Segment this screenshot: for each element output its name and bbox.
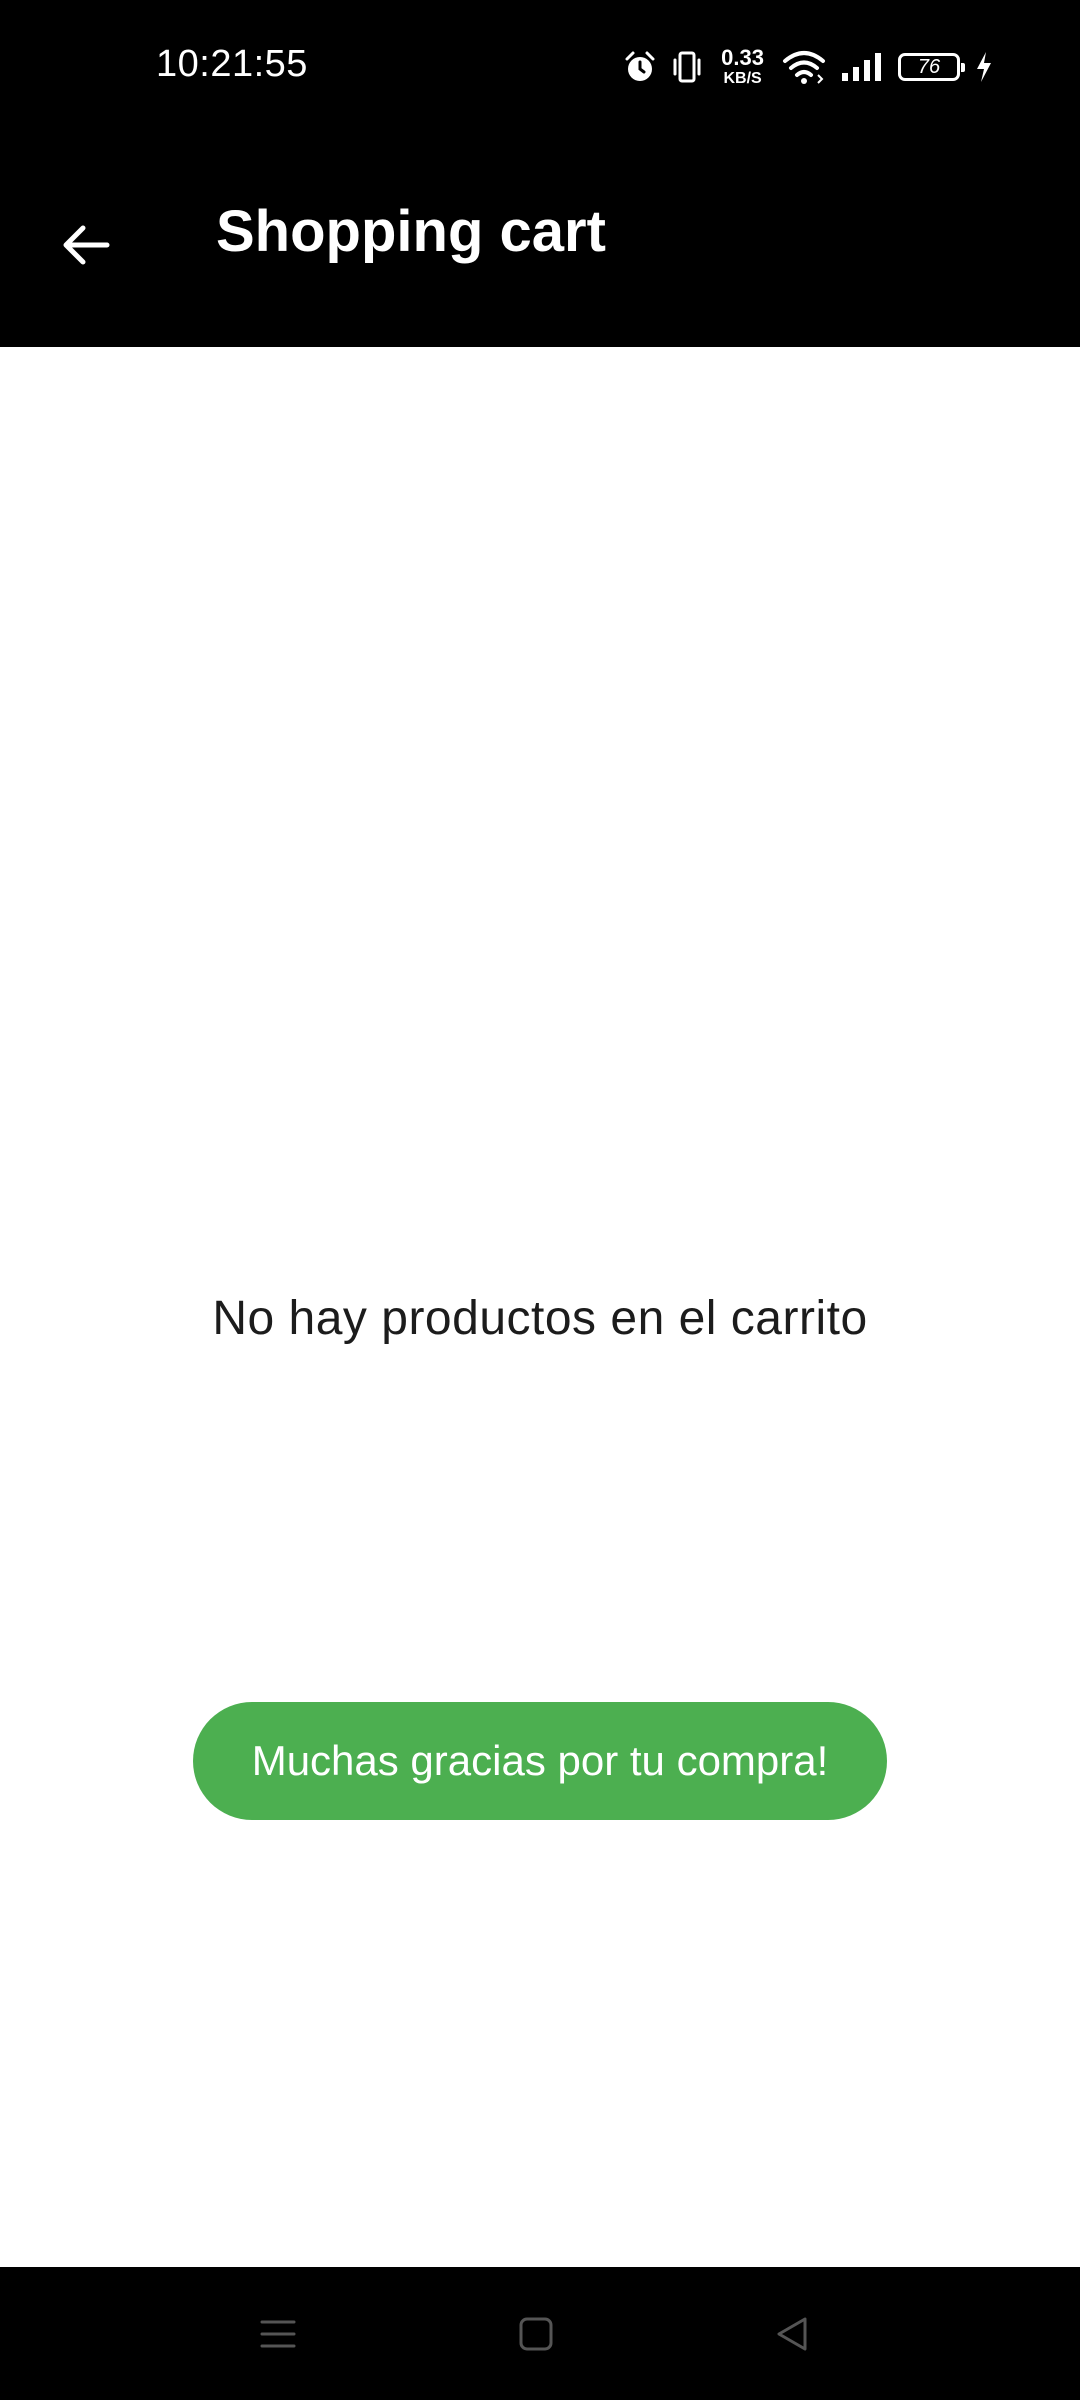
signal-icon [840,51,884,83]
system-nav-bar [0,2267,1080,2400]
status-bar: 10:21:55 0.33 KB/S 76 [0,0,1080,130]
battery-level: 76 [917,55,941,78]
alarm-icon [623,50,657,84]
back-button[interactable] [40,200,130,290]
nav-recents-button[interactable] [238,2297,318,2371]
empty-cart-message: No hay productos en el carrito [212,1292,868,1345]
back-icon [777,2317,807,2351]
toast-message: Muchas gracias por tu compra! [193,1702,887,1820]
page-title: Shopping cart [216,199,606,264]
menu-icon [260,2320,296,2348]
nav-home-button[interactable] [496,2297,576,2371]
charging-icon [974,50,994,84]
nav-back-button[interactable] [752,2297,832,2371]
net-speed-value: 0.33 [721,45,764,70]
status-time: 10:21:55 [156,43,308,85]
wifi-icon [782,49,826,85]
net-speed: 0.33 KB/S [721,47,764,87]
arrow-back-icon [63,225,110,265]
net-speed-unit: KB/S [723,70,762,87]
battery-icon: 76 [898,53,965,81]
cart-content: No hay productos en el carrito [0,347,1080,2267]
status-icons: 0.33 KB/S 76 [623,42,994,92]
home-icon [519,2317,553,2351]
vibrate-icon [671,50,703,84]
app-bar: Shopping cart [0,130,1080,347]
